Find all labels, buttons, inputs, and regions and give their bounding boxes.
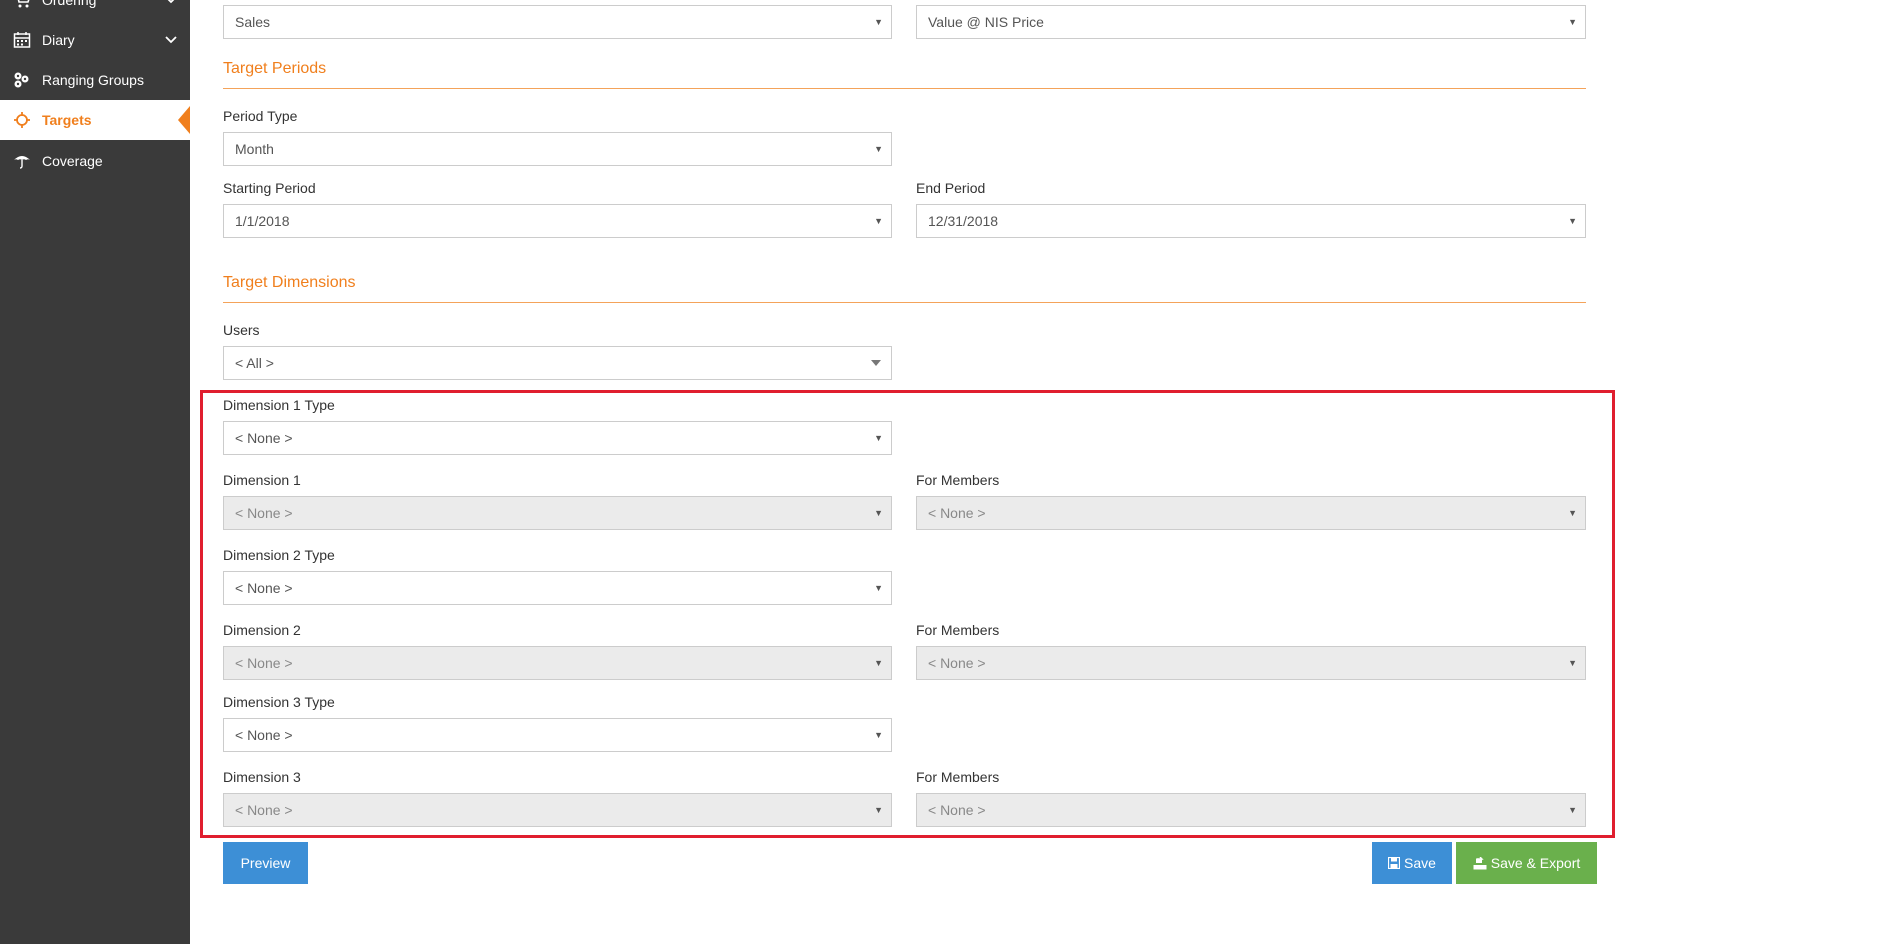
end-period-select[interactable]: 12/31/2018 ▼: [916, 204, 1586, 238]
chevron-down-icon: [164, 0, 178, 7]
caret-down-icon: ▼: [874, 433, 883, 443]
section-divider: [223, 302, 1586, 303]
caret-down-icon: ▼: [1568, 805, 1577, 815]
select-value: Value @ NIS Price: [928, 14, 1044, 30]
select-value: < None >: [235, 580, 293, 596]
dimension-1-members-select: < None > ▼: [916, 496, 1586, 530]
value-select[interactable]: Value @ NIS Price ▼: [916, 5, 1586, 39]
save-button[interactable]: Save: [1372, 842, 1452, 884]
sidebar-item-label: Ordering: [42, 0, 97, 8]
sidebar-item-targets[interactable]: Targets: [0, 100, 190, 140]
save-button-label: Save: [1404, 855, 1436, 871]
caret-down-icon: ▼: [874, 216, 883, 226]
caret-down-icon: ▼: [874, 144, 883, 154]
calendar-icon: [12, 30, 32, 50]
sidebar-item-label: Diary: [42, 32, 75, 48]
dimension-2-type-select[interactable]: < None > ▼: [223, 571, 892, 605]
dimension-2-select: < None > ▼: [223, 646, 892, 680]
select-value: Month: [235, 141, 274, 157]
starting-period-select[interactable]: 1/1/2018 ▼: [223, 204, 892, 238]
dimension-3-members-select: < None > ▼: [916, 793, 1586, 827]
select-value: < None >: [928, 802, 986, 818]
sidebar-item-diary[interactable]: Diary: [0, 20, 190, 60]
caret-down-icon: ▼: [874, 583, 883, 593]
period-type-select[interactable]: Month ▼: [223, 132, 892, 166]
section-title-target-dimensions: Target Dimensions: [223, 274, 356, 291]
starting-period-label: Starting Period: [223, 180, 316, 196]
select-value: < None >: [928, 655, 986, 671]
save-and-export-button-label: Save & Export: [1490, 855, 1581, 871]
caret-down-icon: [871, 360, 881, 366]
save-and-export-button[interactable]: Save & Export: [1456, 842, 1597, 884]
caret-down-icon: ▼: [1568, 508, 1577, 518]
dimension-2-label: Dimension 2: [223, 622, 301, 638]
measure-select[interactable]: Sales ▼: [223, 5, 892, 39]
select-value: 12/31/2018: [928, 213, 999, 229]
caret-down-icon: ▼: [874, 508, 883, 518]
dimension-2-type-label: Dimension 2 Type: [223, 547, 335, 563]
period-type-label: Period Type: [223, 108, 298, 124]
select-value: < None >: [235, 430, 293, 446]
select-value: < None >: [235, 802, 293, 818]
ranging-groups-icon: [12, 70, 32, 90]
chevron-down-icon: [164, 33, 178, 47]
sidebar-item-ordering[interactable]: Ordering: [0, 0, 190, 20]
caret-down-icon: ▼: [1568, 216, 1577, 226]
select-value: Sales: [235, 14, 271, 30]
dimension-1-label: Dimension 1: [223, 472, 301, 488]
users-label: Users: [223, 322, 260, 338]
section-divider: [223, 88, 1586, 89]
sidebar-item-label: Ranging Groups: [42, 72, 144, 88]
users-select[interactable]: < All >: [223, 346, 892, 380]
caret-down-icon: ▼: [1568, 658, 1577, 668]
dimension-3-type-label: Dimension 3 Type: [223, 694, 335, 710]
sidebar-item-label: Targets: [42, 112, 92, 128]
export-icon: [1473, 856, 1487, 870]
dimension-3-type-select[interactable]: < None > ▼: [223, 718, 892, 752]
end-period-label: End Period: [916, 180, 986, 196]
dimension-1-select: < None > ▼: [223, 496, 892, 530]
dimension-3-members-label: For Members: [916, 769, 1000, 785]
target-icon: [12, 110, 32, 130]
main-content: Sales ▼ Value @ NIS Price ▼ Target Perio…: [190, 0, 1902, 944]
dimension-1-type-label: Dimension 1 Type: [223, 397, 335, 413]
sidebar-item-coverage[interactable]: Coverage: [0, 141, 190, 181]
select-value: 1/1/2018: [235, 213, 290, 229]
preview-button[interactable]: Preview: [223, 842, 308, 884]
umbrella-icon: [12, 151, 32, 171]
caret-down-icon: ▼: [874, 17, 883, 27]
caret-down-icon: ▼: [874, 730, 883, 740]
sidebar-item-label: Coverage: [42, 153, 103, 169]
select-value: < None >: [928, 505, 986, 521]
caret-down-icon: ▼: [1568, 17, 1577, 27]
select-value: < All >: [235, 355, 274, 371]
dimension-2-members-label: For Members: [916, 622, 1000, 638]
sidebar-item-ranging-groups[interactable]: Ranging Groups: [0, 60, 190, 100]
dimension-3-select: < None > ▼: [223, 793, 892, 827]
dimension-2-members-select: < None > ▼: [916, 646, 1586, 680]
caret-down-icon: ▼: [874, 658, 883, 668]
dimensions-highlight-box: [200, 390, 1615, 838]
select-value: < None >: [235, 727, 293, 743]
dimension-1-members-label: For Members: [916, 472, 1000, 488]
select-value: < None >: [235, 505, 293, 521]
dimension-3-label: Dimension 3: [223, 769, 301, 785]
sidebar: Ordering Diary Ranging Groups Targets Co…: [0, 0, 190, 944]
cart-icon: [12, 0, 32, 10]
dimension-1-type-select[interactable]: < None > ▼: [223, 421, 892, 455]
section-title-target-periods: Target Periods: [223, 60, 327, 77]
select-value: < None >: [235, 655, 293, 671]
caret-down-icon: ▼: [874, 805, 883, 815]
floppy-disk-icon: [1388, 857, 1401, 869]
